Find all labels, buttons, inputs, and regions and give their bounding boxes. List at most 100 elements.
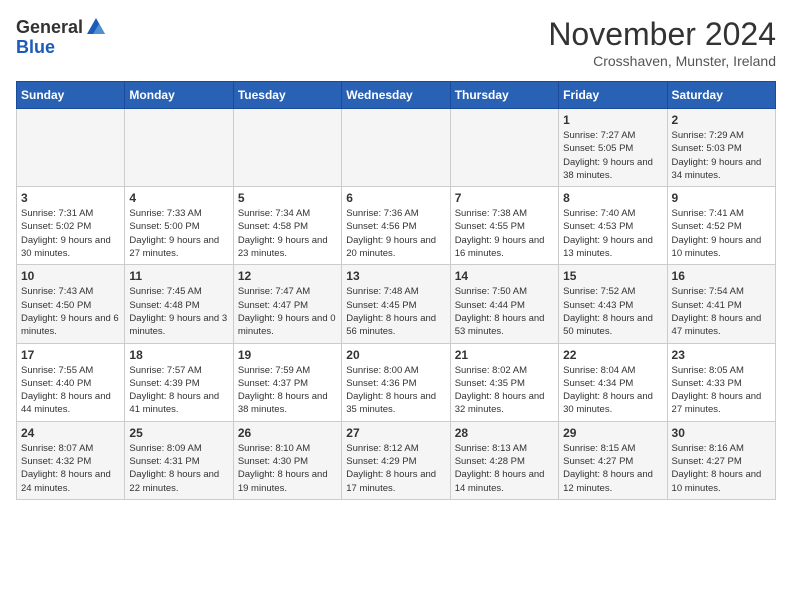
calendar-cell: 11 Sunrise: 7:45 AM Sunset: 4:48 PM Dayli… bbox=[125, 265, 233, 343]
day-info: Sunrise: 7:52 AM Sunset: 4:43 PM Dayligh… bbox=[563, 285, 662, 338]
column-header-wednesday: Wednesday bbox=[342, 82, 450, 109]
calendar-subtitle: Crosshaven, Munster, Ireland bbox=[548, 53, 776, 69]
day-info: Sunrise: 7:40 AM Sunset: 4:53 PM Dayligh… bbox=[563, 207, 662, 260]
day-info: Sunrise: 7:41 AM Sunset: 4:52 PM Dayligh… bbox=[672, 207, 771, 260]
day-info: Sunrise: 7:59 AM Sunset: 4:37 PM Dayligh… bbox=[238, 364, 337, 417]
day-number: 3 bbox=[21, 191, 120, 205]
header-row: SundayMondayTuesdayWednesdayThursdayFrid… bbox=[17, 82, 776, 109]
calendar-cell: 10 Sunrise: 7:43 AM Sunset: 4:50 PM Dayli… bbox=[17, 265, 125, 343]
day-info: Sunrise: 8:15 AM Sunset: 4:27 PM Dayligh… bbox=[563, 442, 662, 495]
day-info: Sunrise: 8:10 AM Sunset: 4:30 PM Dayligh… bbox=[238, 442, 337, 495]
calendar-cell bbox=[233, 109, 341, 187]
day-info: Sunrise: 8:09 AM Sunset: 4:31 PM Dayligh… bbox=[129, 442, 228, 495]
day-number: 22 bbox=[563, 348, 662, 362]
calendar-cell: 15 Sunrise: 7:52 AM Sunset: 4:43 PM Dayli… bbox=[559, 265, 667, 343]
calendar-table: SundayMondayTuesdayWednesdayThursdayFrid… bbox=[16, 81, 776, 500]
calendar-cell: 13 Sunrise: 7:48 AM Sunset: 4:45 PM Dayli… bbox=[342, 265, 450, 343]
day-number: 8 bbox=[563, 191, 662, 205]
column-header-thursday: Thursday bbox=[450, 82, 558, 109]
column-header-sunday: Sunday bbox=[17, 82, 125, 109]
calendar-cell: 7Sunrise: 7:38 AM Sunset: 4:55 PM Daylig… bbox=[450, 187, 558, 265]
day-info: Sunrise: 8:00 AM Sunset: 4:36 PM Dayligh… bbox=[346, 364, 445, 417]
day-number: 27 bbox=[346, 426, 445, 440]
logo: General Blue bbox=[16, 16, 107, 56]
column-header-friday: Friday bbox=[559, 82, 667, 109]
day-info: Sunrise: 8:02 AM Sunset: 4:35 PM Dayligh… bbox=[455, 364, 554, 417]
day-info: Sunrise: 7:54 AM Sunset: 4:41 PM Dayligh… bbox=[672, 285, 771, 338]
calendar-cell: 8 Sunrise: 7:40 AM Sunset: 4:53 PM Daylig… bbox=[559, 187, 667, 265]
day-number: 26 bbox=[238, 426, 337, 440]
calendar-cell: 12Sunrise: 7:47 AM Sunset: 4:47 PM Dayli… bbox=[233, 265, 341, 343]
logo-icon bbox=[85, 16, 107, 38]
week-row-2: 3 Sunrise: 7:31 AM Sunset: 5:02 PM Daylig… bbox=[17, 187, 776, 265]
title-area: November 2024 Crosshaven, Munster, Irela… bbox=[548, 16, 776, 69]
day-number: 6 bbox=[346, 191, 445, 205]
calendar-cell: 26 Sunrise: 8:10 AM Sunset: 4:30 PM Dayli… bbox=[233, 421, 341, 499]
day-number: 14 bbox=[455, 269, 554, 283]
day-info: Sunrise: 7:36 AM Sunset: 4:56 PM Dayligh… bbox=[346, 207, 445, 260]
day-number: 25 bbox=[129, 426, 228, 440]
calendar-cell: 19Sunrise: 7:59 AM Sunset: 4:37 PM Dayli… bbox=[233, 343, 341, 421]
day-info: Sunrise: 7:33 AM Sunset: 5:00 PM Dayligh… bbox=[129, 207, 228, 260]
calendar-cell: 2Sunrise: 7:29 AM Sunset: 5:03 PM Daylig… bbox=[667, 109, 775, 187]
day-info: Sunrise: 7:57 AM Sunset: 4:39 PM Dayligh… bbox=[129, 364, 228, 417]
column-header-tuesday: Tuesday bbox=[233, 82, 341, 109]
week-row-3: 10 Sunrise: 7:43 AM Sunset: 4:50 PM Dayli… bbox=[17, 265, 776, 343]
day-info: Sunrise: 7:43 AM Sunset: 4:50 PM Dayligh… bbox=[21, 285, 120, 338]
calendar-cell: 18 Sunrise: 7:57 AM Sunset: 4:39 PM Dayli… bbox=[125, 343, 233, 421]
column-header-monday: Monday bbox=[125, 82, 233, 109]
day-info: Sunrise: 8:07 AM Sunset: 4:32 PM Dayligh… bbox=[21, 442, 120, 495]
day-number: 24 bbox=[21, 426, 120, 440]
day-info: Sunrise: 7:34 AM Sunset: 4:58 PM Dayligh… bbox=[238, 207, 337, 260]
day-number: 16 bbox=[672, 269, 771, 283]
day-number: 5 bbox=[238, 191, 337, 205]
day-number: 18 bbox=[129, 348, 228, 362]
day-info: Sunrise: 7:50 AM Sunset: 4:44 PM Dayligh… bbox=[455, 285, 554, 338]
day-info: Sunrise: 8:04 AM Sunset: 4:34 PM Dayligh… bbox=[563, 364, 662, 417]
calendar-cell: 3 Sunrise: 7:31 AM Sunset: 5:02 PM Daylig… bbox=[17, 187, 125, 265]
calendar-cell: 21 Sunrise: 8:02 AM Sunset: 4:35 PM Dayli… bbox=[450, 343, 558, 421]
week-row-4: 17Sunrise: 7:55 AM Sunset: 4:40 PM Dayli… bbox=[17, 343, 776, 421]
column-header-saturday: Saturday bbox=[667, 82, 775, 109]
calendar-cell: 9 Sunrise: 7:41 AM Sunset: 4:52 PM Daylig… bbox=[667, 187, 775, 265]
day-number: 4 bbox=[129, 191, 228, 205]
day-info: Sunrise: 7:45 AM Sunset: 4:48 PM Dayligh… bbox=[129, 285, 228, 338]
calendar-cell: 25 Sunrise: 8:09 AM Sunset: 4:31 PM Dayli… bbox=[125, 421, 233, 499]
day-info: Sunrise: 7:47 AM Sunset: 4:47 PM Dayligh… bbox=[238, 285, 337, 338]
calendar-cell: 5 Sunrise: 7:34 AM Sunset: 4:58 PM Daylig… bbox=[233, 187, 341, 265]
day-number: 1 bbox=[563, 113, 662, 127]
day-number: 9 bbox=[672, 191, 771, 205]
calendar-cell bbox=[125, 109, 233, 187]
calendar-cell: 4 Sunrise: 7:33 AM Sunset: 5:00 PM Daylig… bbox=[125, 187, 233, 265]
day-info: Sunrise: 7:48 AM Sunset: 4:45 PM Dayligh… bbox=[346, 285, 445, 338]
page-header: General Blue November 2024 Crosshaven, M… bbox=[16, 16, 776, 69]
calendar-cell: 1 Sunrise: 7:27 AM Sunset: 5:05 PM Daylig… bbox=[559, 109, 667, 187]
day-info: Sunrise: 8:13 AM Sunset: 4:28 PM Dayligh… bbox=[455, 442, 554, 495]
calendar-cell bbox=[342, 109, 450, 187]
logo-general: General bbox=[16, 18, 83, 36]
day-info: Sunrise: 8:16 AM Sunset: 4:27 PM Dayligh… bbox=[672, 442, 771, 495]
calendar-cell: 20 Sunrise: 8:00 AM Sunset: 4:36 PM Dayli… bbox=[342, 343, 450, 421]
day-info: Sunrise: 7:31 AM Sunset: 5:02 PM Dayligh… bbox=[21, 207, 120, 260]
day-number: 15 bbox=[563, 269, 662, 283]
week-row-5: 24 Sunrise: 8:07 AM Sunset: 4:32 PM Dayli… bbox=[17, 421, 776, 499]
day-number: 13 bbox=[346, 269, 445, 283]
day-number: 10 bbox=[21, 269, 120, 283]
day-info: Sunrise: 7:27 AM Sunset: 5:05 PM Dayligh… bbox=[563, 129, 662, 182]
logo-blue: Blue bbox=[16, 38, 55, 56]
day-number: 30 bbox=[672, 426, 771, 440]
day-number: 2 bbox=[672, 113, 771, 127]
day-number: 20 bbox=[346, 348, 445, 362]
day-number: 11 bbox=[129, 269, 228, 283]
calendar-title: November 2024 bbox=[548, 16, 776, 53]
calendar-cell: 14 Sunrise: 7:50 AM Sunset: 4:44 PM Dayli… bbox=[450, 265, 558, 343]
day-number: 7 bbox=[455, 191, 554, 205]
day-number: 23 bbox=[672, 348, 771, 362]
day-info: Sunrise: 8:12 AM Sunset: 4:29 PM Dayligh… bbox=[346, 442, 445, 495]
calendar-cell: 16 Sunrise: 7:54 AM Sunset: 4:41 PM Dayli… bbox=[667, 265, 775, 343]
day-number: 21 bbox=[455, 348, 554, 362]
calendar-cell: 22 Sunrise: 8:04 AM Sunset: 4:34 PM Dayli… bbox=[559, 343, 667, 421]
day-info: Sunrise: 8:05 AM Sunset: 4:33 PM Dayligh… bbox=[672, 364, 771, 417]
calendar-cell bbox=[17, 109, 125, 187]
calendar-cell: 6 Sunrise: 7:36 AM Sunset: 4:56 PM Daylig… bbox=[342, 187, 450, 265]
